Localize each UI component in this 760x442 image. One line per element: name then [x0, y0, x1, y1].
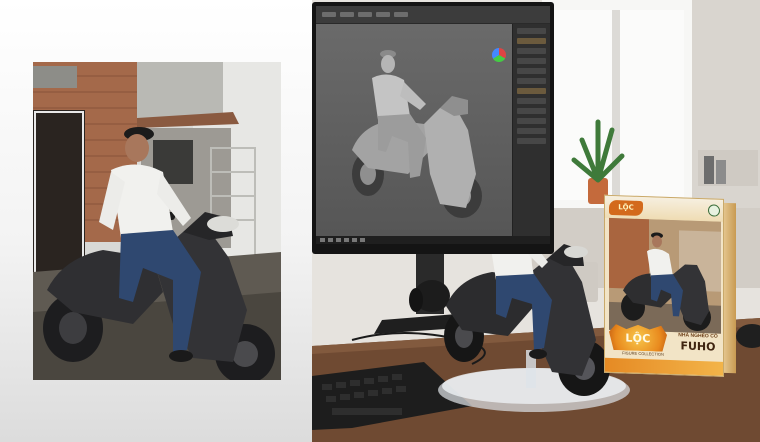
workspace-scene: LỘC FUHO LỘC F: [312, 0, 760, 442]
box-artwork: [609, 217, 721, 334]
reference-photo-art: [33, 62, 281, 380]
outliner-panel: [512, 24, 550, 236]
box-subtitle: FIGURE COLLECTION: [622, 350, 664, 357]
3d-viewport: [316, 24, 512, 236]
box-name: FUHO: [680, 339, 716, 354]
monitor: [312, 2, 554, 254]
box-logo-top: LỘC FUHO: [609, 199, 643, 227]
box-brand-logo: LỘC FUHO: [609, 324, 667, 352]
left-panel: [0, 0, 312, 442]
box-bottom-strip: [605, 357, 724, 376]
product-box-side: [724, 202, 736, 374]
grey-sculpt-model: [352, 50, 482, 218]
taskbar: [316, 236, 550, 244]
monitor-screen: [316, 6, 550, 244]
view-gizmo-icon[interactable]: [492, 48, 506, 62]
reference-photo: [33, 62, 281, 380]
box-artwork-illustration: [609, 217, 721, 334]
software-menubar: [316, 6, 550, 24]
product-box: LỘC FUHO LỘC F: [604, 194, 736, 378]
box-seal-icon: [708, 204, 720, 217]
product-box-front: LỘC FUHO LỘC F: [604, 194, 724, 377]
